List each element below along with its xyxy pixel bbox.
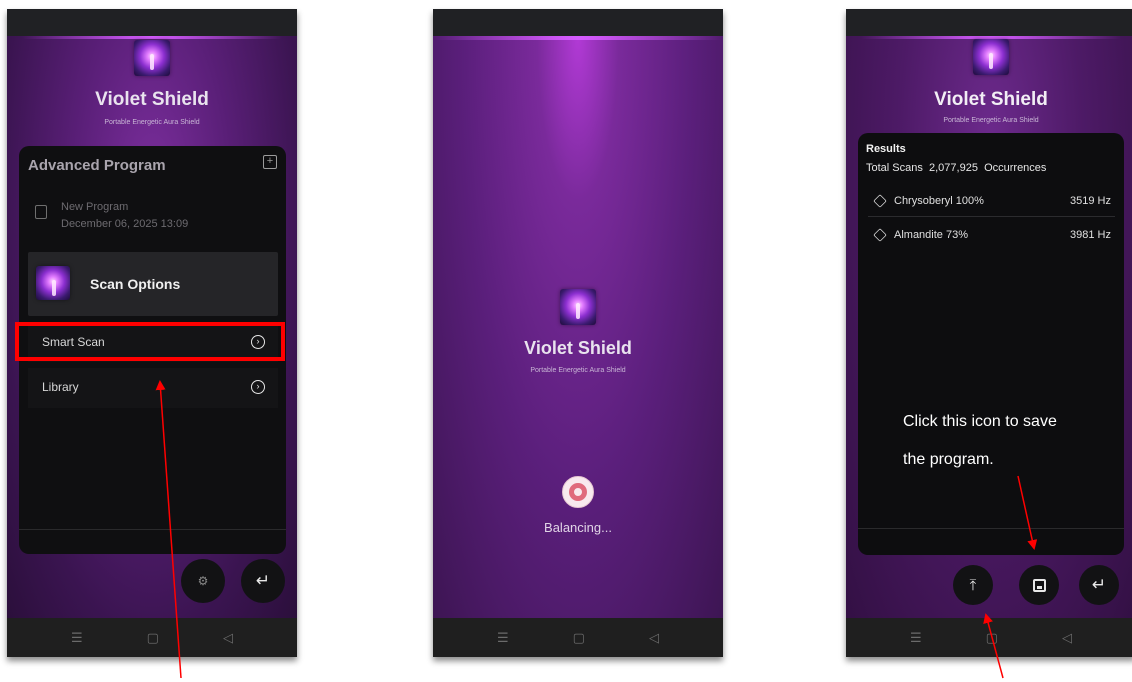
nav-bar: ☰ ▢ ◁	[7, 618, 297, 657]
add-program-icon[interactable]: +	[263, 155, 277, 169]
export-button[interactable]: ⤒	[953, 565, 993, 605]
result-row[interactable]: Chrysoberyl 100% 3519 Hz	[868, 186, 1115, 217]
home-icon[interactable]: ▢	[986, 630, 998, 646]
scan-options-header: Scan Options	[28, 252, 278, 316]
highlight-box	[15, 322, 285, 361]
menu-icon[interactable]: ☰	[71, 630, 83, 646]
status-bar	[433, 9, 723, 36]
app-title: Violet Shield	[524, 338, 632, 358]
status-bar	[846, 9, 1132, 36]
back-button[interactable]: ↵	[1079, 565, 1119, 605]
scan-action-button[interactable]: ⚙	[181, 559, 225, 603]
scan-options-label: Scan Options	[90, 276, 181, 292]
return-icon: ↵	[1091, 575, 1107, 594]
back-triangle-icon[interactable]: ◁	[223, 630, 233, 646]
card-divider	[19, 529, 286, 530]
return-icon: ↵	[255, 571, 271, 590]
spinner-ring-icon	[569, 483, 587, 501]
annotation-text: Click this icon to save the program.	[903, 403, 1057, 479]
library-label: Library	[42, 380, 79, 394]
app-logo	[973, 39, 1009, 75]
occurrences-label: Occurrences	[984, 162, 1047, 174]
library-item[interactable]: Library ›	[28, 368, 278, 408]
save-icon	[1032, 578, 1046, 592]
gem-icon	[873, 194, 887, 208]
total-scans-label: Total Scans	[866, 162, 923, 174]
menu-icon[interactable]: ☰	[497, 630, 509, 646]
scan-icon: ⚙	[197, 574, 209, 588]
phone-advanced-program: Violet Shield Portable Energetic Aura Sh…	[7, 9, 297, 657]
phone-balancing: Violet Shield Portable Energetic Aura Sh…	[433, 9, 723, 657]
results-card: Results Total Scans 2,077,925 Occurrence…	[858, 133, 1124, 555]
program-name[interactable]: New Program	[61, 201, 128, 213]
save-button[interactable]	[1019, 565, 1059, 605]
annotation-line-2: the program.	[903, 451, 994, 468]
status-bar	[7, 9, 297, 36]
top-glow	[22, 36, 282, 39]
menu-icon[interactable]: ☰	[910, 630, 922, 646]
app-title: Violet Shield	[934, 89, 1048, 110]
loading-spinner	[562, 476, 594, 508]
program-date: December 06, 2025 13:09	[61, 218, 189, 230]
arrow-circle-right-icon[interactable]: ›	[251, 380, 265, 394]
scan-options-logo	[36, 266, 70, 300]
app-logo	[134, 40, 170, 76]
result-name: Chrysoberyl 100%	[894, 195, 984, 207]
screenshot-stage: Violet Shield Portable Energetic Aura Sh…	[0, 0, 1132, 682]
card-divider	[858, 528, 1124, 529]
top-glow	[433, 36, 723, 40]
card-title: Advanced Program	[28, 157, 166, 174]
total-scans-value: 2,077,925	[929, 162, 978, 174]
status-text: Balancing...	[544, 520, 612, 535]
result-row[interactable]: Almandite 73% 3981 Hz	[868, 220, 1115, 250]
result-name: Almandite 73%	[894, 229, 968, 241]
app-subtitle: Portable Energetic Aura Shield	[943, 117, 1039, 124]
app-subtitle: Portable Energetic Aura Shield	[104, 119, 200, 126]
result-frequency: 3519 Hz	[1070, 195, 1111, 207]
app-logo	[560, 289, 596, 325]
nav-bar: ☰ ▢ ◁	[433, 618, 723, 657]
home-icon[interactable]: ▢	[147, 630, 159, 646]
gem-icon	[873, 228, 887, 242]
app-subtitle: Portable Energetic Aura Shield	[530, 367, 626, 374]
results-heading: Results	[866, 143, 906, 155]
total-scans-row: Total Scans 2,077,925 Occurrences	[866, 162, 1046, 174]
upload-icon: ⤒	[969, 576, 977, 594]
result-frequency: 3981 Hz	[1070, 229, 1111, 241]
nav-bar: ☰ ▢ ◁	[846, 618, 1132, 657]
app-title: Violet Shield	[95, 89, 209, 110]
program-doc-icon	[35, 205, 47, 219]
back-triangle-icon[interactable]: ◁	[1062, 630, 1072, 646]
back-triangle-icon[interactable]: ◁	[649, 630, 659, 646]
home-icon[interactable]: ▢	[573, 630, 585, 646]
annotation-line-1: Click this icon to save	[903, 413, 1057, 430]
back-button[interactable]: ↵	[241, 559, 285, 603]
phone-results: Violet Shield Portable Energetic Aura Sh…	[846, 9, 1132, 657]
